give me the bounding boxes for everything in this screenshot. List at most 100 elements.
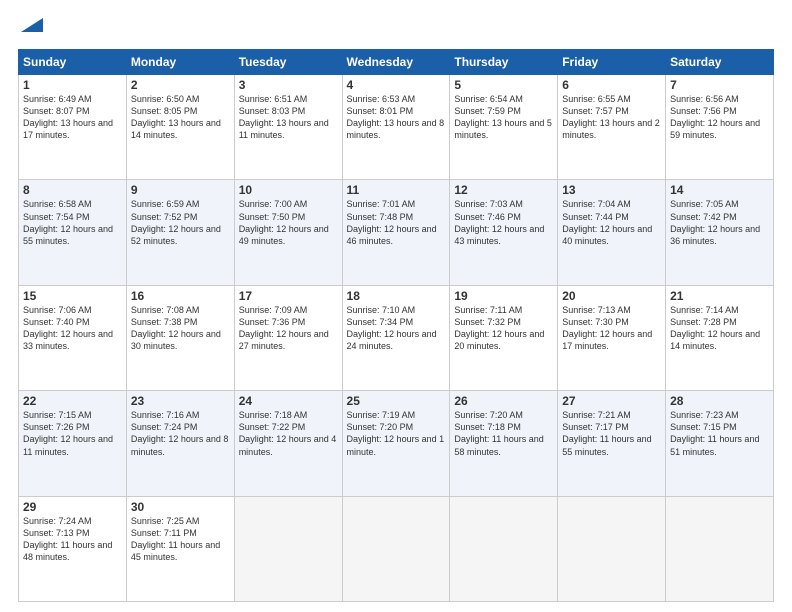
cell-info: Sunrise: 7:19 AM Sunset: 7:20 PM Dayligh… [347, 409, 446, 458]
sunrise-text: Sunrise: 7:04 AM [562, 199, 631, 209]
table-row: 5 Sunrise: 6:54 AM Sunset: 7:59 PM Dayli… [450, 75, 558, 180]
day-number: 6 [562, 78, 661, 92]
day-number: 16 [131, 289, 230, 303]
daylight-text: Daylight: 13 hours and 11 minutes. [239, 118, 329, 140]
sunset-text: Sunset: 7:24 PM [131, 422, 198, 432]
sunset-text: Sunset: 7:44 PM [562, 212, 629, 222]
day-number: 13 [562, 183, 661, 197]
sunrise-text: Sunrise: 7:13 AM [562, 305, 631, 315]
sunset-text: Sunset: 7:48 PM [347, 212, 414, 222]
table-row: 30 Sunrise: 7:25 AM Sunset: 7:11 PM Dayl… [126, 496, 234, 601]
day-number: 30 [131, 500, 230, 514]
daylight-text: Daylight: 12 hours and 27 minutes. [239, 329, 329, 351]
col-sunday: Sunday [19, 50, 127, 75]
sunrise-text: Sunrise: 7:16 AM [131, 410, 200, 420]
cell-info: Sunrise: 7:06 AM Sunset: 7:40 PM Dayligh… [23, 304, 122, 353]
sunset-text: Sunset: 7:26 PM [23, 422, 90, 432]
day-number: 26 [454, 394, 553, 408]
day-number: 7 [670, 78, 769, 92]
table-row: 26 Sunrise: 7:20 AM Sunset: 7:18 PM Dayl… [450, 391, 558, 496]
day-number: 3 [239, 78, 338, 92]
cell-info: Sunrise: 7:01 AM Sunset: 7:48 PM Dayligh… [347, 198, 446, 247]
cell-info: Sunrise: 7:21 AM Sunset: 7:17 PM Dayligh… [562, 409, 661, 458]
cell-info: Sunrise: 7:24 AM Sunset: 7:13 PM Dayligh… [23, 515, 122, 564]
table-row [450, 496, 558, 601]
table-row: 3 Sunrise: 6:51 AM Sunset: 8:03 PM Dayli… [234, 75, 342, 180]
sunrise-text: Sunrise: 7:14 AM [670, 305, 739, 315]
sunset-text: Sunset: 7:15 PM [670, 422, 737, 432]
day-number: 19 [454, 289, 553, 303]
sunset-text: Sunset: 8:03 PM [239, 106, 306, 116]
table-row: 24 Sunrise: 7:18 AM Sunset: 7:22 PM Dayl… [234, 391, 342, 496]
sunset-text: Sunset: 7:57 PM [562, 106, 629, 116]
sunset-text: Sunset: 8:01 PM [347, 106, 414, 116]
cell-info: Sunrise: 7:20 AM Sunset: 7:18 PM Dayligh… [454, 409, 553, 458]
table-row: 17 Sunrise: 7:09 AM Sunset: 7:36 PM Dayl… [234, 285, 342, 390]
daylight-text: Daylight: 12 hours and 36 minutes. [670, 224, 760, 246]
cell-info: Sunrise: 7:04 AM Sunset: 7:44 PM Dayligh… [562, 198, 661, 247]
day-number: 23 [131, 394, 230, 408]
sunset-text: Sunset: 7:59 PM [454, 106, 521, 116]
daylight-text: Daylight: 12 hours and 52 minutes. [131, 224, 221, 246]
col-wednesday: Wednesday [342, 50, 450, 75]
sunset-text: Sunset: 7:52 PM [131, 212, 198, 222]
table-row: 27 Sunrise: 7:21 AM Sunset: 7:17 PM Dayl… [558, 391, 666, 496]
table-row: 13 Sunrise: 7:04 AM Sunset: 7:44 PM Dayl… [558, 180, 666, 285]
sunrise-text: Sunrise: 7:05 AM [670, 199, 739, 209]
sunset-text: Sunset: 7:40 PM [23, 317, 90, 327]
day-number: 5 [454, 78, 553, 92]
sunrise-text: Sunrise: 7:10 AM [347, 305, 416, 315]
cell-info: Sunrise: 7:00 AM Sunset: 7:50 PM Dayligh… [239, 198, 338, 247]
sunrise-text: Sunrise: 6:59 AM [131, 199, 200, 209]
cell-info: Sunrise: 6:50 AM Sunset: 8:05 PM Dayligh… [131, 93, 230, 142]
day-number: 1 [23, 78, 122, 92]
cell-info: Sunrise: 7:25 AM Sunset: 7:11 PM Dayligh… [131, 515, 230, 564]
table-row: 4 Sunrise: 6:53 AM Sunset: 8:01 PM Dayli… [342, 75, 450, 180]
cell-info: Sunrise: 7:18 AM Sunset: 7:22 PM Dayligh… [239, 409, 338, 458]
sunset-text: Sunset: 7:28 PM [670, 317, 737, 327]
day-number: 4 [347, 78, 446, 92]
sunset-text: Sunset: 8:05 PM [131, 106, 198, 116]
table-row: 15 Sunrise: 7:06 AM Sunset: 7:40 PM Dayl… [19, 285, 127, 390]
sunset-text: Sunset: 7:13 PM [23, 528, 90, 538]
calendar-week-row: 29 Sunrise: 7:24 AM Sunset: 7:13 PM Dayl… [19, 496, 774, 601]
sunrise-text: Sunrise: 6:50 AM [131, 94, 200, 104]
cell-info: Sunrise: 6:51 AM Sunset: 8:03 PM Dayligh… [239, 93, 338, 142]
cell-info: Sunrise: 6:55 AM Sunset: 7:57 PM Dayligh… [562, 93, 661, 142]
sunset-text: Sunset: 8:07 PM [23, 106, 90, 116]
calendar-table: Sunday Monday Tuesday Wednesday Thursday… [18, 49, 774, 602]
sunrise-text: Sunrise: 7:18 AM [239, 410, 308, 420]
sunrise-text: Sunrise: 7:19 AM [347, 410, 416, 420]
daylight-text: Daylight: 12 hours and 59 minutes. [670, 118, 760, 140]
calendar-week-row: 8 Sunrise: 6:58 AM Sunset: 7:54 PM Dayli… [19, 180, 774, 285]
cell-info: Sunrise: 7:15 AM Sunset: 7:26 PM Dayligh… [23, 409, 122, 458]
daylight-text: Daylight: 12 hours and 43 minutes. [454, 224, 544, 246]
daylight-text: Daylight: 12 hours and 30 minutes. [131, 329, 221, 351]
day-number: 11 [347, 183, 446, 197]
daylight-text: Daylight: 12 hours and 46 minutes. [347, 224, 437, 246]
daylight-text: Daylight: 11 hours and 55 minutes. [562, 434, 651, 456]
table-row [234, 496, 342, 601]
table-row: 20 Sunrise: 7:13 AM Sunset: 7:30 PM Dayl… [558, 285, 666, 390]
cell-info: Sunrise: 7:23 AM Sunset: 7:15 PM Dayligh… [670, 409, 769, 458]
cell-info: Sunrise: 6:58 AM Sunset: 7:54 PM Dayligh… [23, 198, 122, 247]
table-row: 16 Sunrise: 7:08 AM Sunset: 7:38 PM Dayl… [126, 285, 234, 390]
cell-info: Sunrise: 7:03 AM Sunset: 7:46 PM Dayligh… [454, 198, 553, 247]
sunset-text: Sunset: 7:36 PM [239, 317, 306, 327]
table-row: 11 Sunrise: 7:01 AM Sunset: 7:48 PM Dayl… [342, 180, 450, 285]
cell-info: Sunrise: 7:14 AM Sunset: 7:28 PM Dayligh… [670, 304, 769, 353]
day-number: 10 [239, 183, 338, 197]
table-row [666, 496, 774, 601]
page-header [18, 18, 774, 41]
table-row: 7 Sunrise: 6:56 AM Sunset: 7:56 PM Dayli… [666, 75, 774, 180]
table-row: 19 Sunrise: 7:11 AM Sunset: 7:32 PM Dayl… [450, 285, 558, 390]
table-row [558, 496, 666, 601]
daylight-text: Daylight: 11 hours and 51 minutes. [670, 434, 759, 456]
sunset-text: Sunset: 7:30 PM [562, 317, 629, 327]
daylight-text: Daylight: 13 hours and 14 minutes. [131, 118, 221, 140]
sunrise-text: Sunrise: 7:01 AM [347, 199, 416, 209]
sunrise-text: Sunrise: 7:15 AM [23, 410, 92, 420]
sunrise-text: Sunrise: 7:11 AM [454, 305, 522, 315]
cell-info: Sunrise: 7:08 AM Sunset: 7:38 PM Dayligh… [131, 304, 230, 353]
table-row: 2 Sunrise: 6:50 AM Sunset: 8:05 PM Dayli… [126, 75, 234, 180]
